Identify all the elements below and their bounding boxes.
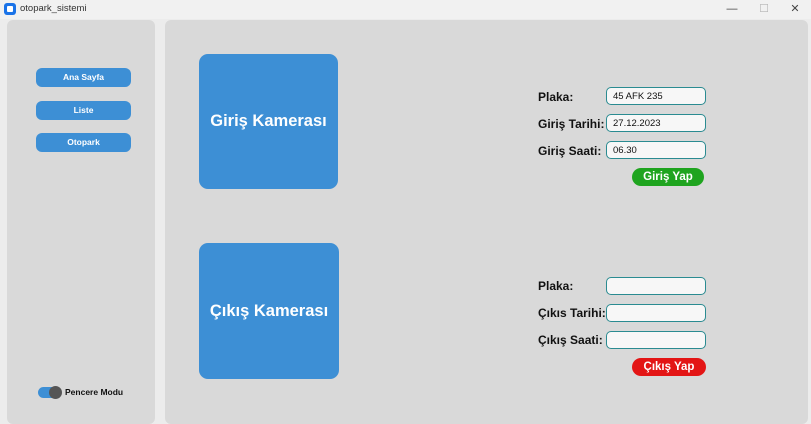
- window-title: otopark_sistemi: [20, 3, 87, 14]
- exit-plate-label: Plaka:: [538, 279, 574, 293]
- entry-time-label: Giriş Saati:: [538, 144, 602, 158]
- toggle-knob: [49, 386, 62, 399]
- exit-date-input[interactable]: [606, 304, 706, 322]
- minimize-button[interactable]: —: [716, 0, 748, 19]
- maximize-button[interactable]: ☐: [748, 0, 780, 19]
- parking-button[interactable]: Otopark: [36, 133, 131, 152]
- list-button[interactable]: Liste: [36, 101, 131, 120]
- entry-date-input[interactable]: [606, 114, 706, 132]
- entry-date-label: Giriş Tarihi:: [538, 117, 605, 131]
- entry-time-input[interactable]: [606, 141, 706, 159]
- entry-camera-view: Giriş Kamerası: [199, 54, 338, 189]
- main-panel: Giriş Kamerası Plaka: Giriş Tarihi: Giri…: [165, 20, 808, 424]
- window-mode-toggle[interactable]: [38, 386, 62, 399]
- sidebar: Ana Sayfa Liste Otopark Pencere Modu: [7, 20, 155, 424]
- home-button[interactable]: Ana Sayfa: [36, 68, 131, 87]
- exit-time-input[interactable]: [606, 331, 706, 349]
- exit-submit-button[interactable]: Çıkış Yap: [632, 358, 706, 376]
- title-bar: otopark_sistemi — ☐ ✕: [0, 0, 811, 19]
- entry-plate-input[interactable]: [606, 87, 706, 105]
- exit-date-label: Çıkıs Tarihi:: [538, 306, 606, 320]
- entry-submit-button[interactable]: Giriş Yap: [632, 168, 704, 186]
- entry-plate-label: Plaka:: [538, 90, 574, 104]
- exit-time-label: Çıkış Saati:: [538, 333, 603, 347]
- exit-plate-input[interactable]: [606, 277, 706, 295]
- close-button[interactable]: ✕: [779, 0, 811, 19]
- app-icon: [4, 3, 16, 15]
- window-mode-label: Pencere Modu: [65, 387, 124, 397]
- exit-camera-view: Çıkış Kamerası: [199, 243, 339, 379]
